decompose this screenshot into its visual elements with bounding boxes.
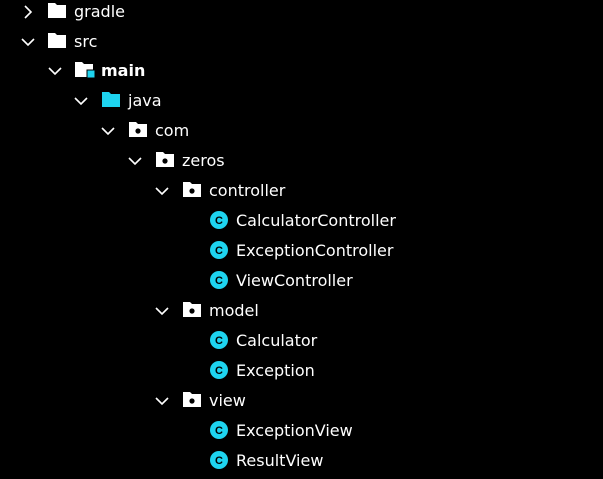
class-icon: C — [209, 416, 229, 446]
tree-item-calculatorcontroller[interactable]: C CalculatorController — [0, 206, 603, 236]
tree-item-main[interactable]: main — [0, 56, 603, 86]
tree-item-com[interactable]: com — [0, 116, 603, 146]
tree-item-exceptionview[interactable]: C ExceptionView — [0, 416, 603, 446]
tree-item-label: controller — [209, 181, 286, 200]
package-folder-icon — [155, 146, 175, 176]
tree-item-label: ViewController — [236, 271, 353, 290]
tree-item-exceptioncontroller[interactable]: C ExceptionController — [0, 236, 603, 266]
tree-item-calculator[interactable]: C Calculator — [0, 326, 603, 356]
chevron-down-icon[interactable] — [20, 27, 36, 57]
svg-text:C: C — [215, 425, 223, 437]
tree-item-label: Exception — [236, 361, 315, 380]
tree-item-label: com — [155, 121, 190, 140]
chevron-down-icon[interactable] — [154, 386, 170, 416]
class-icon: C — [209, 266, 229, 296]
tree-item-zeros[interactable]: zeros — [0, 146, 603, 176]
chevron-down-icon[interactable] — [154, 176, 170, 206]
tree-item-label: Calculator — [236, 331, 318, 350]
tree-item-label: main — [101, 61, 146, 80]
class-icon: C — [209, 236, 229, 266]
source-folder-icon — [101, 86, 121, 116]
package-folder-icon — [182, 296, 202, 326]
chevron-down-icon[interactable] — [100, 116, 116, 146]
project-tree: gradle src main java com zeros controlle… — [0, 0, 603, 479]
chevron-down-icon[interactable] — [127, 146, 143, 176]
tree-item-src[interactable]: src — [0, 27, 603, 57]
folder-icon — [47, 27, 67, 57]
tree-item-java[interactable]: java — [0, 86, 603, 116]
tree-item-controller[interactable]: controller — [0, 176, 603, 206]
tree-item-label: ExceptionView — [236, 421, 353, 440]
package-folder-icon — [128, 116, 148, 146]
tree-item-label: CalculatorController — [236, 211, 396, 230]
svg-text:C: C — [215, 245, 223, 257]
tree-item-exception[interactable]: C Exception — [0, 356, 603, 386]
tree-item-label: model — [209, 301, 259, 320]
source-root-folder-icon — [74, 56, 96, 86]
tree-item-label: view — [209, 391, 246, 410]
chevron-down-icon[interactable] — [47, 56, 63, 86]
tree-item-model[interactable]: model — [0, 296, 603, 326]
svg-text:C: C — [215, 335, 223, 347]
svg-text:C: C — [215, 215, 223, 227]
svg-text:C: C — [215, 275, 223, 287]
tree-item-label: ExceptionController — [236, 241, 394, 260]
folder-icon — [47, 0, 67, 27]
tree-item-label: java — [128, 91, 162, 110]
chevron-right-icon[interactable] — [20, 0, 36, 27]
tree-item-label: ResultView — [236, 451, 324, 470]
tree-item-label: gradle — [74, 2, 125, 21]
tree-item-label: zeros — [182, 151, 225, 170]
svg-text:C: C — [215, 365, 223, 377]
tree-item-resultview[interactable]: C ResultView — [0, 446, 603, 476]
class-icon: C — [209, 356, 229, 386]
class-icon: C — [209, 446, 229, 476]
package-folder-icon — [182, 386, 202, 416]
package-folder-icon — [182, 176, 202, 206]
svg-text:C: C — [215, 455, 223, 467]
class-icon: C — [209, 206, 229, 236]
tree-item-view[interactable]: view — [0, 386, 603, 416]
tree-item-label: src — [74, 32, 98, 51]
tree-item-viewcontroller[interactable]: C ViewController — [0, 266, 603, 296]
tree-item-gradle[interactable]: gradle — [0, 0, 603, 27]
chevron-down-icon[interactable] — [154, 296, 170, 326]
chevron-down-icon[interactable] — [73, 86, 89, 116]
class-icon: C — [209, 326, 229, 356]
